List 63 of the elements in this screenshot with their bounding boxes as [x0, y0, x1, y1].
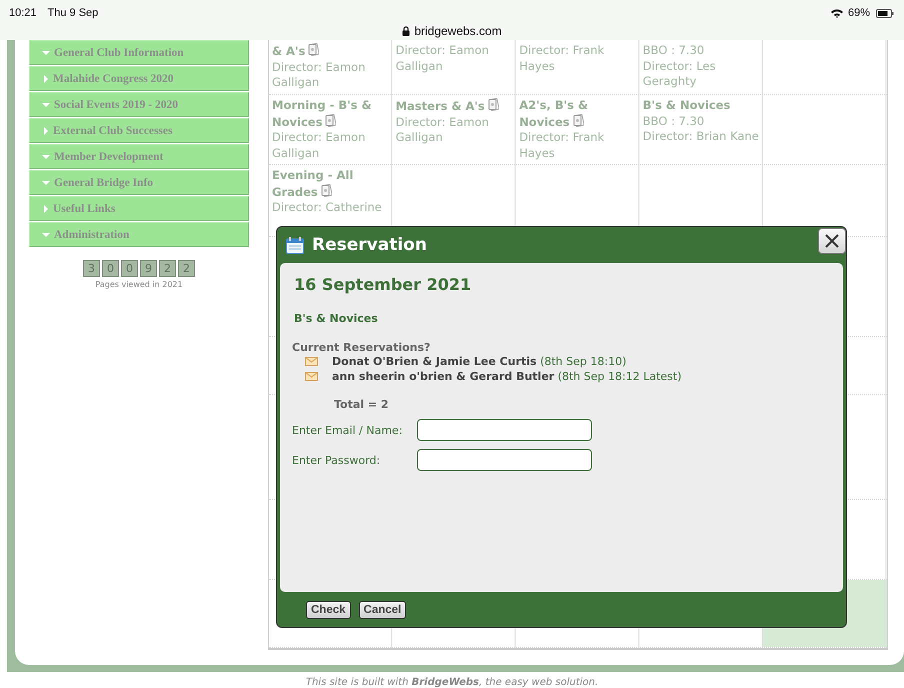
- reservation-date: 16 September 2021: [294, 275, 472, 294]
- dialog-title: Reservation: [312, 235, 427, 255]
- sidebar-menu-item[interactable]: Administration: [29, 222, 249, 247]
- counter-digit: 0: [121, 260, 138, 277]
- reservation-entry: Donat O'Brien & Jamie Lee Curtis (8th Sep 18:10): [332, 355, 626, 368]
- address-bar-url[interactable]: bridgewebs.com: [414, 24, 502, 38]
- card-icon: [308, 43, 320, 56]
- event-detail: BBO : 7.30: [642, 114, 706, 129]
- sidebar-menu-item[interactable]: General Club Information: [29, 40, 249, 65]
- envelope-icon: [305, 357, 318, 366]
- counter-digit: 9: [140, 260, 157, 277]
- counter-digit: 2: [159, 260, 176, 277]
- reservation-entry: ann sheerin o'brien & Gerard Butler (8th Sep 18:12 Latest): [332, 370, 682, 383]
- dialog-button[interactable]: Cancel: [358, 600, 406, 618]
- sidebar-menu-item[interactable]: Member Development: [29, 144, 249, 169]
- event-detail: Director: Eamon Galligan: [396, 114, 490, 146]
- counter-digit: 3: [83, 260, 100, 277]
- event-detail: Director: Catherine: [272, 200, 383, 216]
- card-icon: [572, 114, 584, 126]
- wifi-icon: [830, 8, 843, 18]
- battery-icon: [876, 8, 894, 18]
- close-icon: [825, 234, 839, 248]
- battery-percent: 69%: [848, 7, 870, 19]
- event-detail: BBO : 7.30: [642, 43, 706, 58]
- field-label: Enter Password:: [292, 454, 382, 466]
- event-detail: Director: Brian Kane: [642, 129, 760, 144]
- event-detail: Director: Frank Hayes: [519, 130, 606, 161]
- card-icon: [488, 98, 499, 111]
- event-detail: Director: Eamon Galligan: [272, 60, 366, 90]
- sidebar-menu-item[interactable]: General Bridge Info: [29, 170, 249, 195]
- event-title[interactable]: Masters & A's: [396, 98, 512, 114]
- counter-caption: Pages viewed in 2021: [94, 280, 184, 289]
- counter-digit: 2: [178, 260, 195, 277]
- status-date: Thu 9 Sep: [48, 7, 98, 19]
- sidebar-menu-item[interactable]: Useful Links: [29, 196, 249, 221]
- dialog-button[interactable]: Check: [306, 600, 351, 618]
- sidebar-menu-item[interactable]: Social Events 2019 - 2020: [29, 92, 249, 117]
- event-detail: Director: Frank Hayes: [519, 43, 606, 74]
- sidebar-menu-item[interactable]: External Club Successes: [29, 118, 249, 143]
- close-button[interactable]: [818, 228, 846, 254]
- status-time: 10:21: [9, 7, 37, 19]
- footer-text: This site is built with BridgeWebs, the easy web solution.: [304, 677, 600, 688]
- event-title[interactable]: B's & Novices: [642, 98, 760, 114]
- event-title[interactable]: A2's, B's & Novices: [519, 98, 636, 130]
- reservations-heading: Current Reservations?: [292, 341, 432, 354]
- event-title[interactable]: Morning - B's & Novices: [272, 98, 389, 130]
- sidebar-menu-item[interactable]: Malahide Congress 2020: [29, 66, 249, 91]
- card-icon: [320, 184, 332, 196]
- event-detail: Director: Les Geraghty: [642, 58, 717, 90]
- reservation-total: Total = 2: [334, 398, 390, 411]
- input-field[interactable]: [417, 449, 592, 471]
- event-detail: Director: Eamon Galligan: [396, 43, 490, 74]
- calendar-icon: [286, 236, 304, 254]
- lock-icon: [402, 26, 410, 36]
- event-name: B's & Novices: [294, 312, 379, 325]
- input-field[interactable]: [417, 419, 592, 441]
- event-title[interactable]: Evening - All Grades: [272, 168, 389, 200]
- field-label: Enter Email / Name:: [292, 424, 404, 436]
- counter-digit: 0: [102, 260, 119, 277]
- envelope-icon: [305, 372, 318, 381]
- card-icon: [325, 114, 336, 126]
- event-detail: Director: Eamon Galligan: [272, 130, 366, 161]
- event-title[interactable]: & A's: [272, 43, 389, 60]
